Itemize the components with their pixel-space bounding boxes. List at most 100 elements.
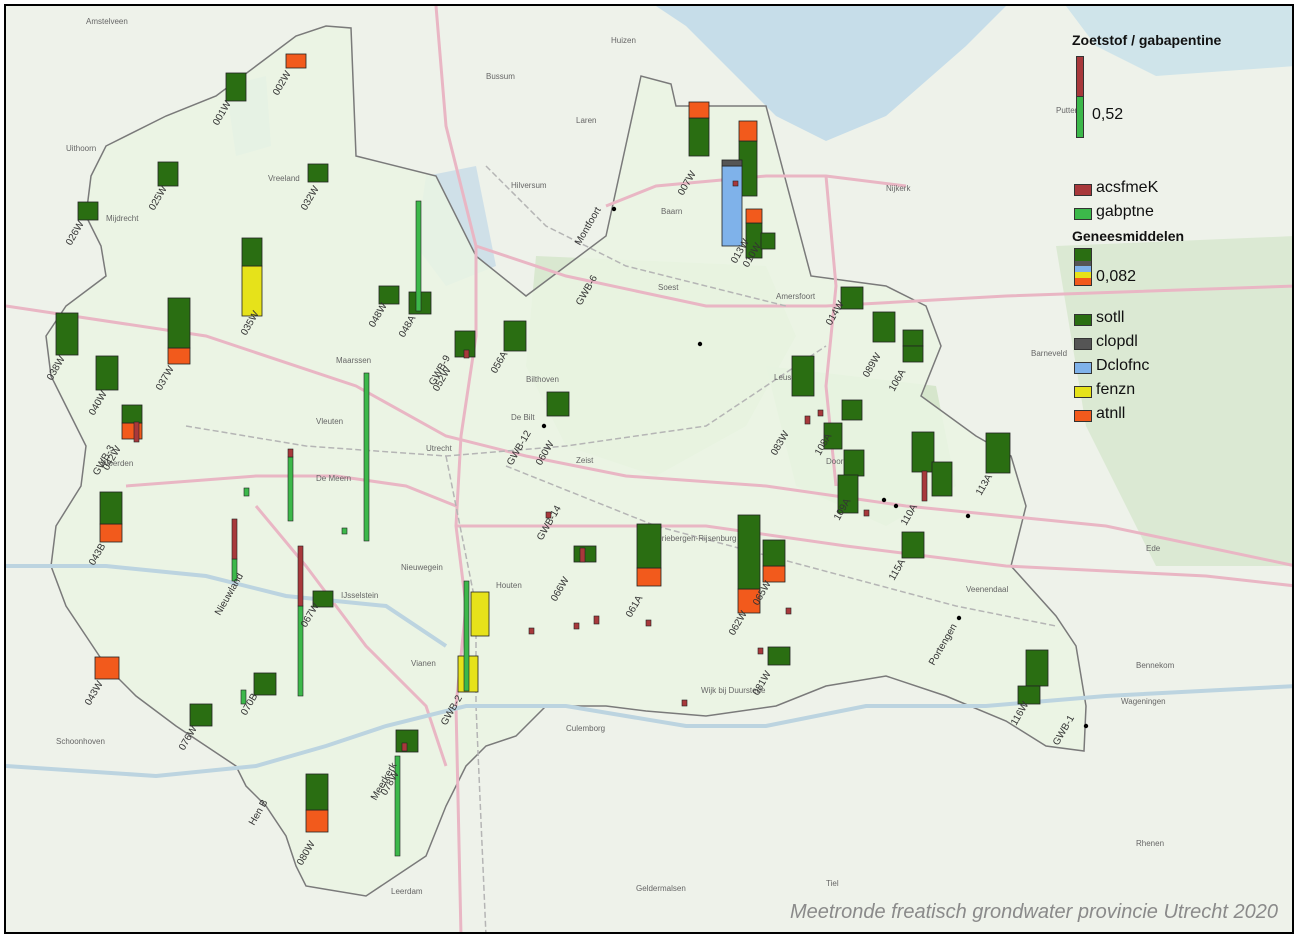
station-bar-sotll: [902, 345, 924, 363]
legend-label-sotll: sotll: [1096, 309, 1125, 326]
ratio-bar-acsfmeK: [528, 627, 535, 635]
station-bar-fenzn: [241, 265, 263, 317]
place-label: Rhenen: [1136, 839, 1164, 848]
place-label: Bilthoven: [526, 375, 559, 384]
station-bar-atnll: [305, 809, 329, 833]
swatch-gabptne: [1074, 208, 1092, 220]
place-label: Nieuwegein: [401, 563, 443, 572]
ratio-bar-acsfmeK: [401, 742, 408, 752]
place-label: Vleuten: [316, 417, 343, 426]
ratio-bar-acsfmeK: [785, 607, 792, 615]
station-bar-sotll: [157, 161, 179, 187]
legend-label-fenzn: fenzn: [1096, 381, 1136, 398]
sample-point: [697, 341, 703, 347]
station-bar-clopdl: [721, 159, 743, 167]
swatch-Dclofnc: [1074, 362, 1092, 374]
place-label: Ede: [1146, 544, 1161, 553]
place-label: Driebergen-Rijsenburg: [656, 534, 736, 543]
place-label: Maarssen: [336, 356, 371, 365]
station-bar-sotll: [77, 201, 99, 221]
station-bar-sotll: [307, 163, 329, 183]
ratio-bar-acsfmeK: [573, 622, 580, 630]
sample-point: [956, 615, 962, 621]
sample-point: [541, 423, 547, 429]
station-bar-atnll: [636, 567, 662, 587]
swatch-atnll: [1074, 410, 1092, 422]
swatch-acsfmeK: [1074, 184, 1092, 196]
sample-point: [611, 206, 617, 212]
station-bar-atnll: [745, 208, 763, 224]
station-bar-sotll: [167, 297, 191, 349]
station-bar-sotll: [546, 391, 570, 417]
sample-point: [881, 497, 887, 503]
station-bar-sotll: [189, 703, 213, 727]
ratio-bar-acsfmeK: [593, 615, 600, 625]
ratio-bar-gabptne: [243, 487, 250, 497]
place-label: Laren: [576, 116, 596, 125]
map-legend: Zoetstof / gabapentine 0,52 acsfmeK gabp…: [1068, 28, 1288, 438]
swatch-sotll: [1074, 314, 1092, 326]
ratio-bar-acsfmeK: [863, 509, 870, 517]
legend-ratio-bar-top: [1076, 56, 1084, 98]
place-label: Culemborg: [566, 724, 605, 733]
station-bar-sotll: [241, 237, 263, 267]
legend-med-stack: [1074, 248, 1092, 286]
station-bar-atnll: [738, 120, 758, 142]
place-label: De Bilt: [511, 413, 535, 422]
station-bar-sotll: [902, 329, 924, 347]
legend-label-acsfmeK: acsfmeK: [1096, 179, 1159, 196]
place-label: Hilversum: [511, 181, 547, 190]
place-label: Nijkerk: [886, 184, 911, 193]
legend-label-Dclofnc: Dclofnc: [1096, 357, 1150, 374]
legend-label-gabptne: gabptne: [1096, 203, 1154, 220]
map-frame: Amstelveen Uithoorn Mijdrecht Vreeland Hilve…: [4, 4, 1294, 934]
station-bar-sotll: [1025, 649, 1049, 687]
ratio-bar-acsfmeK: [133, 421, 140, 443]
station-bar-sotll: [99, 491, 123, 525]
station-bar-sotll: [901, 531, 925, 559]
ratio-bar-acsfmeK: [804, 415, 811, 425]
station-bar-sotll: [841, 399, 863, 421]
legend-label-atnll: atnll: [1096, 405, 1126, 422]
ratio-bar-acsfmeK: [463, 349, 470, 359]
place-label: Baarn: [661, 207, 682, 216]
ratio-bar-acsfmeK: [681, 699, 688, 707]
place-label: Amstelveen: [86, 17, 128, 26]
station-bar-atnll: [688, 101, 710, 119]
place-label: Soest: [658, 283, 679, 292]
place-label: Mijdrecht: [106, 214, 139, 223]
station-bar-sotll: [253, 672, 277, 696]
place-label: Tiel: [826, 879, 839, 888]
ratio-bar-gabptne: [415, 200, 422, 312]
sample-point: [1083, 723, 1089, 729]
swatch-clopdl: [1074, 338, 1092, 350]
ratio-bar-acsfmeK: [231, 518, 238, 560]
place-label: Utrecht: [426, 444, 453, 453]
sample-point: [893, 503, 899, 509]
legend-med-value: 0,082: [1096, 268, 1137, 285]
place-label: Wageningen: [1121, 697, 1166, 706]
place-label: IJsselstein: [341, 591, 378, 600]
map-title: Meetronde freatisch grondwater provincie…: [789, 901, 1278, 923]
station-bar-sotll: [872, 311, 896, 343]
place-label: Schoonhoven: [56, 737, 105, 746]
station-bar-sotll: [843, 449, 865, 477]
swatch-fenzn: [1074, 386, 1092, 398]
legend-ratio-title: Zoetstof / gabapentine: [1072, 32, 1222, 48]
station-bar-sotll: [931, 461, 953, 497]
place-label: Veenendaal: [966, 585, 1008, 594]
place-label: Huizen: [611, 36, 636, 45]
station-bar-sotll: [737, 514, 761, 590]
station-bar-sotll: [95, 355, 119, 391]
ratio-bar-acsfmeK: [297, 545, 304, 607]
place-label: Zeist: [576, 456, 594, 465]
station-bar-sotll: [55, 312, 79, 356]
place-label: Houten: [496, 581, 522, 590]
station-bar-sotll: [791, 355, 815, 397]
station-bar-sotll: [121, 404, 143, 424]
place-label: Amersfoort: [776, 292, 816, 301]
ratio-bar-gabptne: [341, 527, 348, 535]
ratio-bar-acsfmeK: [579, 547, 586, 563]
station-bar-sotll: [911, 431, 935, 473]
place-label: Vreeland: [268, 174, 300, 183]
